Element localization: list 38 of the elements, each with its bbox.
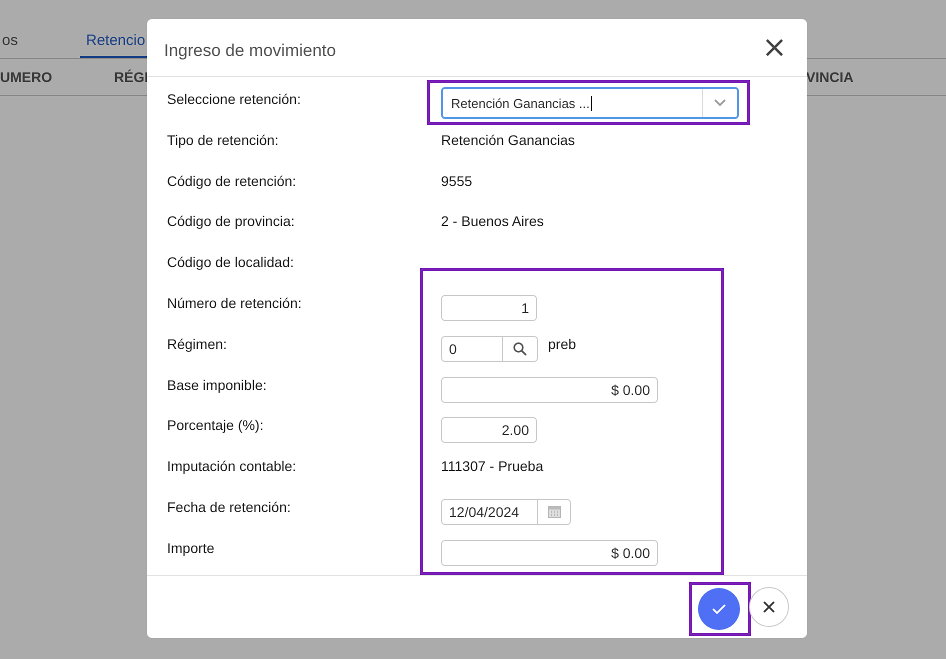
field-label: Porcentaje (%): — [167, 416, 264, 436]
calendar-icon — [548, 505, 560, 518]
field-label: Régimen: — [167, 334, 228, 354]
column-header: VINCIA — [806, 69, 854, 85]
field-label: Tipo de retención: — [167, 130, 280, 150]
select-field[interactable]: Retención Ganancias ... — [441, 87, 739, 119]
field-label: Código de localidad: — [167, 253, 295, 272]
input-field[interactable]: $ 0.00 — [441, 376, 658, 403]
tab[interactable]: os — [0, 26, 80, 58]
dialog-title: Ingreso de movimiento — [164, 40, 336, 60]
field-label: Imputación contable: — [167, 457, 298, 476]
field-label: Base imponible: — [167, 376, 268, 395]
field-label: Número de retención: — [167, 294, 303, 313]
close-button[interactable]: × — [758, 34, 791, 62]
column-header: UMERO — [0, 69, 54, 85]
field-label: Seleccione retención: — [167, 90, 302, 109]
cancel-button[interactable] — [749, 587, 789, 627]
input-field[interactable]: 1 — [441, 294, 537, 321]
search-button[interactable] — [503, 336, 538, 362]
search-icon — [513, 342, 527, 356]
checkmark-icon — [712, 604, 726, 614]
input-field[interactable]: 0 — [441, 336, 503, 362]
field-label: Importe — [167, 538, 216, 558]
field-label: Código de provincia: — [167, 212, 296, 232]
confirm-button[interactable] — [698, 588, 740, 630]
column-header: RÉGI — [114, 69, 150, 85]
input-field[interactable]: $ 0.00 — [441, 540, 658, 566]
field-value: 2 - Buenos Aires — [441, 212, 544, 230]
field-note: preb — [548, 334, 576, 352]
chevron-down-icon — [714, 99, 726, 107]
date-field[interactable]: 12/04/2024 — [441, 498, 538, 525]
field-value: 9555 — [441, 172, 472, 189]
close-icon — [763, 601, 775, 613]
field-label: Código de retención: — [167, 172, 298, 191]
field-value: Retención Ganancias — [441, 130, 575, 148]
field-value: 111307 - Prueba — [441, 457, 544, 474]
input-field[interactable]: 2.00 — [441, 417, 537, 444]
field-label: Fecha de retención: — [167, 498, 292, 517]
